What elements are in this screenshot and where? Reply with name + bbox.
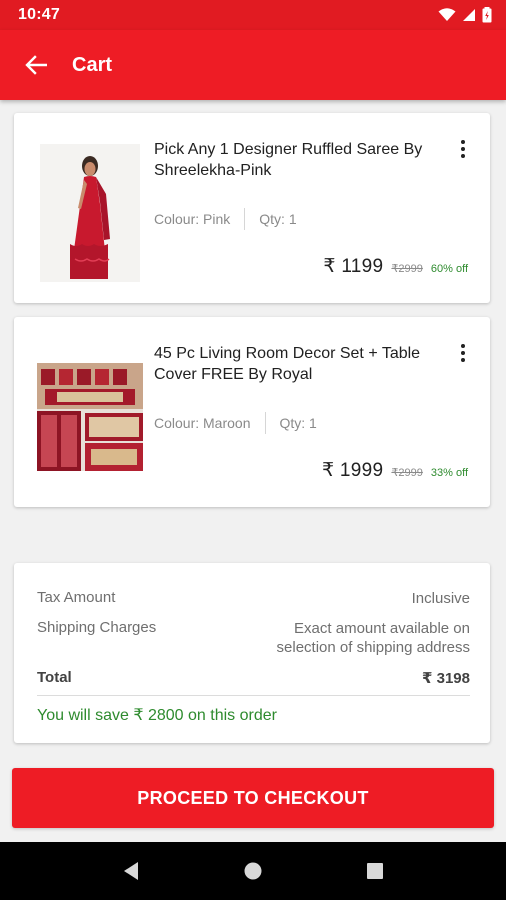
system-navigation-bar bbox=[0, 842, 506, 900]
item-attributes: Colour: Pink Qty: 1 bbox=[154, 208, 297, 230]
item-price: ₹ 1999 bbox=[321, 460, 384, 481]
arrow-back-icon bbox=[25, 55, 47, 75]
shipping-value-line1: Exact amount available on bbox=[294, 620, 470, 637]
product-image-decor-set[interactable] bbox=[36, 347, 144, 487]
proceed-to-checkout-button[interactable]: PROCEED TO CHECKOUT bbox=[12, 768, 494, 828]
status-bar: 10:47 bbox=[0, 0, 506, 30]
status-icons bbox=[438, 7, 492, 23]
item-overflow-menu-button[interactable] bbox=[454, 341, 472, 365]
item-price-row: ₹ 1199 ₹2999 60% off bbox=[323, 255, 468, 278]
item-attributes: Colour: Maroon Qty: 1 bbox=[154, 412, 317, 434]
nav-recents-button[interactable] bbox=[355, 851, 395, 891]
item-quantity[interactable]: Qty: 1 bbox=[280, 415, 317, 431]
attribute-divider bbox=[244, 208, 246, 230]
app-bar: Cart bbox=[0, 30, 506, 100]
total-value: ₹ 3198 bbox=[422, 670, 470, 687]
item-quantity[interactable]: Qty: 1 bbox=[259, 211, 296, 227]
shipping-row: Shipping Charges Exact amount available … bbox=[37, 619, 470, 657]
tax-value: Inclusive bbox=[411, 590, 470, 607]
page-title: Cart bbox=[72, 53, 113, 76]
savings-message: You will save ₹ 2800 on this order bbox=[37, 707, 277, 724]
item-colour: Colour: Pink bbox=[154, 211, 231, 227]
item-price-row: ₹ 1999 ₹2999 33% off bbox=[322, 459, 468, 482]
order-summary-card: Tax Amount Inclusive Shipping Charges Ex… bbox=[14, 563, 490, 743]
tax-row: Tax Amount Inclusive bbox=[37, 589, 470, 608]
item-discount: 33% off bbox=[430, 467, 468, 479]
cart-item-card: 45 Pc Living Room Decor Set + Table Cove… bbox=[14, 317, 490, 507]
nav-home-button[interactable] bbox=[233, 851, 273, 891]
item-name[interactable]: Pick Any 1 Designer Ruffled Saree By Shr… bbox=[154, 139, 424, 181]
nav-back-icon bbox=[124, 862, 138, 880]
more-vert-icon bbox=[461, 140, 465, 144]
item-overflow-menu-button[interactable] bbox=[454, 137, 472, 161]
back-button[interactable] bbox=[0, 30, 72, 100]
item-mrp: ₹2999 bbox=[391, 263, 423, 275]
item-colour: Colour: Maroon bbox=[154, 415, 251, 431]
shipping-value-line2: selection of shipping address bbox=[276, 639, 470, 656]
shipping-value: Exact amount available on selection of s… bbox=[277, 619, 470, 657]
tax-label: Tax Amount bbox=[37, 589, 116, 606]
status-time: 10:47 bbox=[18, 6, 60, 23]
total-label: Total bbox=[37, 669, 72, 686]
attribute-divider bbox=[264, 412, 266, 434]
wifi-icon bbox=[438, 8, 456, 21]
cart-item-card: Pick Any 1 Designer Ruffled Saree By Shr… bbox=[14, 113, 490, 303]
product-image-saree[interactable] bbox=[36, 143, 144, 283]
summary-divider bbox=[37, 695, 470, 696]
item-discount: 60% off bbox=[430, 263, 468, 275]
more-vert-icon bbox=[461, 344, 465, 348]
item-mrp: ₹2999 bbox=[391, 467, 423, 479]
item-name[interactable]: 45 Pc Living Room Decor Set + Table Cove… bbox=[154, 343, 424, 385]
signal-icon bbox=[463, 9, 475, 21]
nav-back-button[interactable] bbox=[111, 851, 151, 891]
battery-icon bbox=[482, 7, 492, 23]
nav-recents-icon bbox=[367, 863, 383, 879]
shipping-label: Shipping Charges bbox=[37, 619, 157, 636]
nav-home-icon bbox=[244, 862, 262, 880]
total-row: Total ₹ 3198 bbox=[37, 669, 470, 688]
item-price: ₹ 1199 bbox=[323, 256, 384, 277]
